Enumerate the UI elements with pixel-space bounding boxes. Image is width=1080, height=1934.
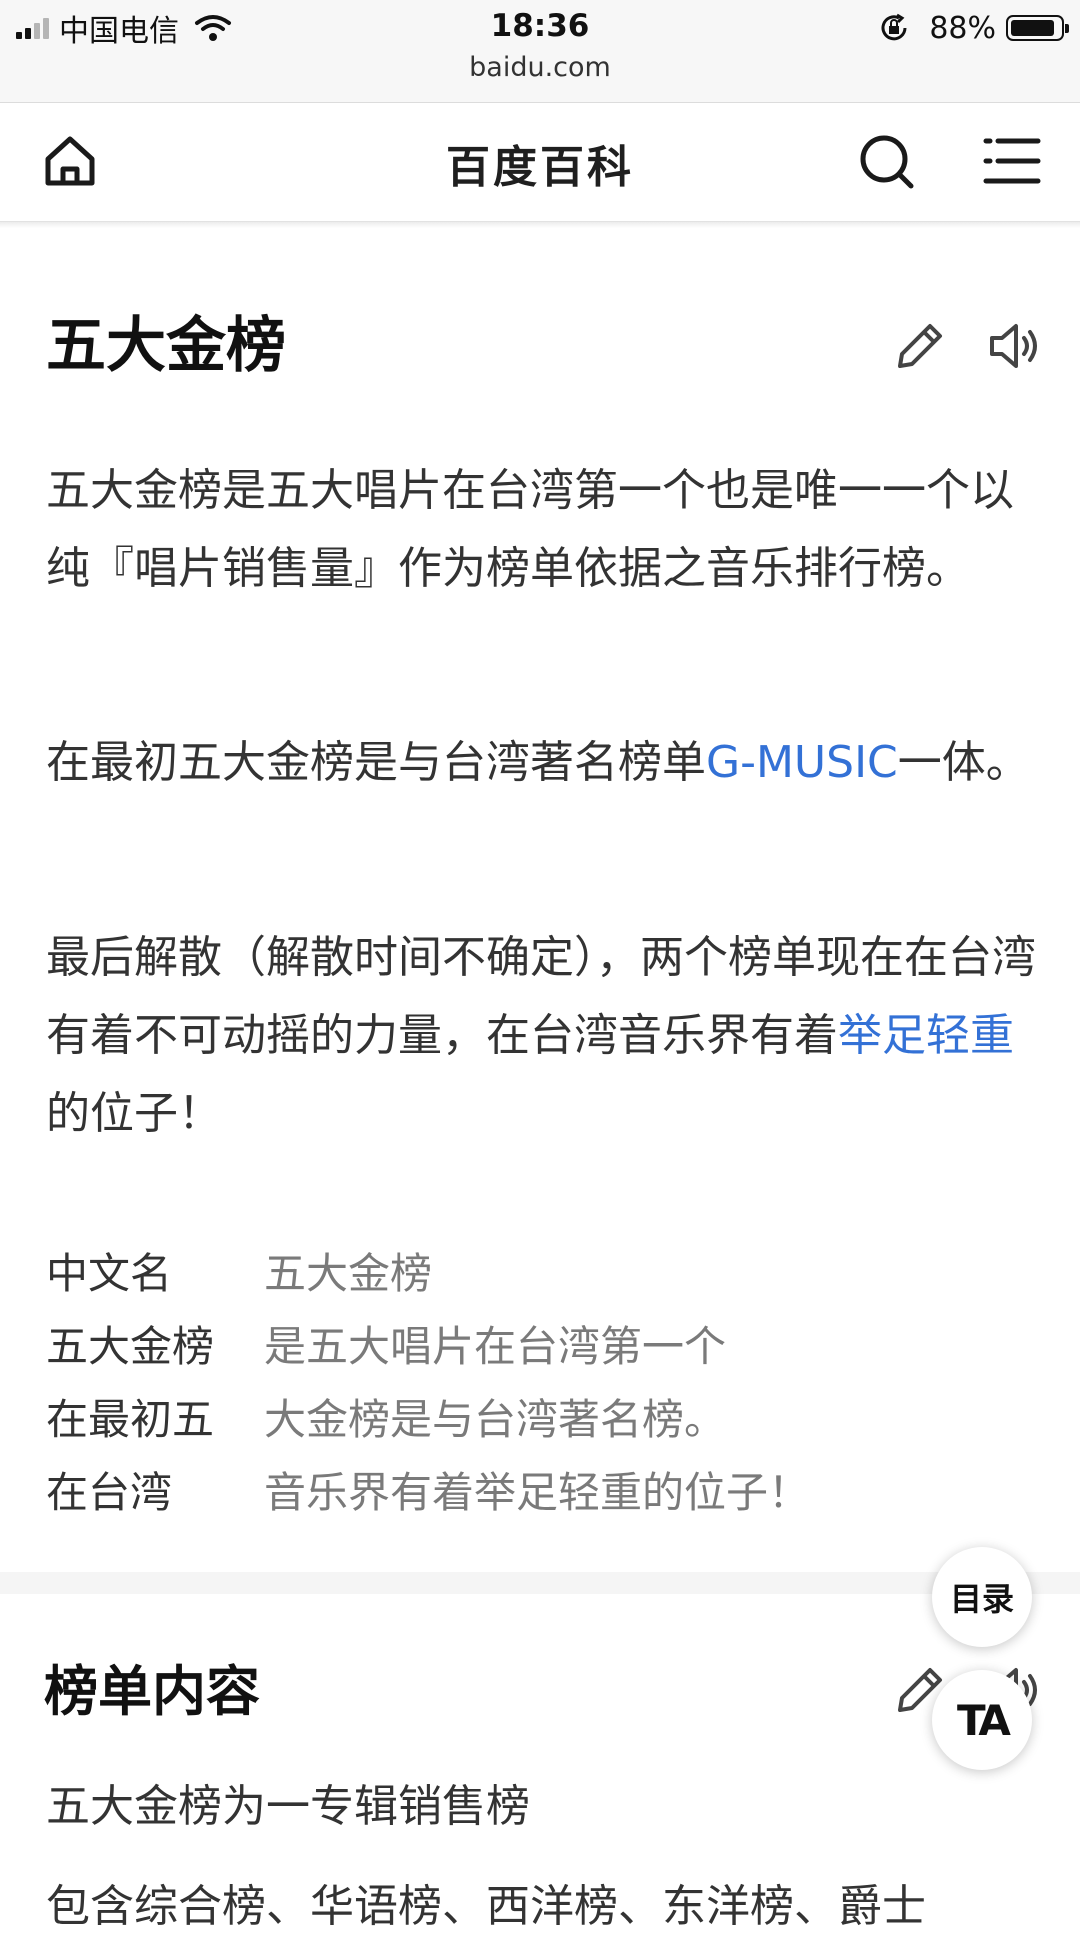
rotation-lock-icon bbox=[881, 13, 907, 41]
paragraph-text: 在最初五大金榜是与台湾著名榜单 bbox=[46, 737, 706, 788]
paragraph-intro: 五大金榜是五大唱片在台湾第一个也是唯一一个以纯『唱片销售量』作为榜单依据之音乐排… bbox=[46, 465, 1014, 594]
paragraph-disband: 最后解散（解散时间不确定），两个榜单现在在台湾有着不可动摇的力量，在台湾音乐界有… bbox=[46, 919, 1036, 1153]
url-bar[interactable]: baidu.com bbox=[0, 52, 1080, 83]
info-value: 五大金榜 bbox=[264, 1249, 433, 1298]
font-size-button[interactable]: TA bbox=[932, 1670, 1032, 1770]
gmusic-link[interactable]: G-MUSIC bbox=[706, 737, 898, 788]
battery-icon bbox=[1006, 15, 1069, 41]
section-paragraph-cut: 包含综合榜、华语榜、西洋榜、东洋榜、爵士 bbox=[46, 1881, 926, 1932]
section-divider bbox=[0, 1572, 1080, 1594]
info-row: 五大金榜 是五大唱片在台湾第一个 bbox=[46, 1310, 810, 1383]
status-right: 88% bbox=[879, 8, 1069, 48]
toc-button[interactable]: 目录 bbox=[932, 1547, 1032, 1647]
info-value: 是五大唱片在台湾第一个 bbox=[264, 1322, 727, 1371]
info-box: 中文名 五大金榜 五大金榜 是五大唱片在台湾第一个 在最初五 大金榜是与台湾著名… bbox=[46, 1237, 810, 1529]
section-paragraph: 五大金榜为一专辑销售榜 bbox=[46, 1781, 530, 1832]
paragraph-text: 的位子！ bbox=[46, 1088, 222, 1139]
status-bar: 中国电信 18:36 88% baidu.com bbox=[0, 0, 1080, 103]
menu-icon[interactable] bbox=[982, 131, 1042, 191]
info-row: 在最初五 大金榜是与台湾著名榜。 bbox=[46, 1383, 810, 1456]
paragraph-gmusic: 在最初五大金榜是与台湾著名榜单G-MUSIC一体。 bbox=[46, 724, 1036, 802]
info-label: 在台湾 bbox=[46, 1468, 173, 1517]
info-label: 在最初五 bbox=[46, 1395, 215, 1444]
site-title[interactable]: 百度百科 bbox=[0, 131, 1080, 195]
edit-icon[interactable] bbox=[890, 316, 950, 376]
info-value: 大金榜是与台湾著名榜。 bbox=[264, 1395, 727, 1444]
section-title: 榜单内容 bbox=[44, 1660, 260, 1723]
speaker-icon[interactable] bbox=[986, 316, 1046, 376]
paragraph-text: 一体。 bbox=[897, 737, 1030, 788]
nav-divider bbox=[0, 222, 1080, 228]
idiom-link[interactable]: 举足轻重 bbox=[838, 1010, 1014, 1061]
info-label: 五大金榜 bbox=[46, 1322, 215, 1371]
search-icon[interactable] bbox=[856, 131, 916, 191]
info-row: 在台湾 音乐界有着举足轻重的位子！ bbox=[46, 1456, 810, 1529]
top-nav: 百度百科 bbox=[0, 103, 1080, 222]
info-label: 中文名 bbox=[46, 1249, 173, 1298]
info-value: 音乐界有着举足轻重的位子！ bbox=[264, 1468, 811, 1517]
article-title: 五大金榜 bbox=[46, 311, 286, 381]
info-row: 中文名 五大金榜 bbox=[46, 1237, 810, 1310]
battery-percent: 88% bbox=[929, 10, 996, 46]
